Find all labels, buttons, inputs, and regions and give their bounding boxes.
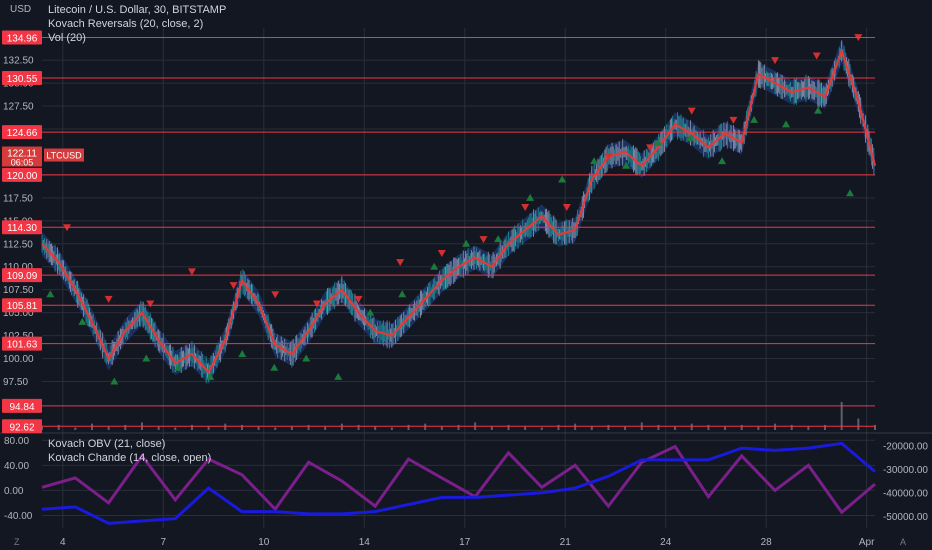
volume-bar	[874, 424, 876, 430]
volume-bar	[340, 423, 343, 430]
x-tick-label: Apr	[859, 537, 875, 548]
volume-bar	[740, 424, 743, 430]
volume-bar	[824, 424, 827, 430]
volume-bar	[74, 427, 77, 430]
level-label: 124.66	[7, 128, 38, 139]
x-tick-label: 14	[359, 537, 371, 548]
volume-bar	[507, 424, 510, 430]
level-label: 134.96	[7, 34, 38, 45]
currency-label: USD	[10, 4, 32, 15]
trading-chart[interactable]: 47101417212428Apr132.50130.00127.50125.0…	[0, 0, 932, 550]
volume-bar	[224, 423, 227, 430]
y-tick-label: 107.50	[3, 285, 34, 296]
current-price-time: 06:05	[11, 158, 34, 168]
timezone-button[interactable]: Z	[14, 537, 20, 547]
x-tick-label: 21	[560, 537, 572, 548]
level-label: 120.00	[7, 171, 38, 182]
lower-right-tick: -40000.00	[883, 488, 928, 499]
auto-scale-button[interactable]: A	[900, 537, 906, 547]
legend-kovach-reversals[interactable]: Kovach Reversals (20, close, 2)	[48, 17, 226, 31]
volume-bar	[174, 427, 177, 430]
volume-bar	[190, 424, 193, 430]
volume-bar	[707, 424, 710, 430]
volume-bar	[574, 423, 577, 430]
lower-left-tick: -40.00	[4, 511, 33, 522]
volume-bar	[124, 424, 127, 430]
volume-bar	[457, 424, 460, 430]
y-tick-label: 132.50	[3, 56, 34, 67]
y-tick-label: 117.50	[3, 193, 33, 204]
x-tick-label: 7	[161, 537, 167, 548]
y-tick-label: 112.50	[3, 239, 33, 250]
volume-bar	[540, 427, 543, 430]
y-tick-label: 97.50	[3, 377, 28, 388]
legend-volume[interactable]: Vol (20)	[48, 31, 226, 45]
volume-bar	[357, 424, 360, 430]
lower-right-tick: -50000.00	[883, 512, 928, 523]
level-label: 130.55	[7, 74, 38, 85]
volume-bar	[774, 423, 777, 430]
legend-symbol[interactable]: Litecoin / U.S. Dollar, 30, BITSTAMP	[48, 3, 226, 17]
lower-right-tick: -30000.00	[883, 465, 928, 476]
volume-bar	[90, 423, 93, 430]
volume-bar	[857, 418, 860, 430]
x-tick-label: 28	[761, 537, 773, 548]
volume-bar	[307, 424, 310, 430]
x-tick-label: 24	[660, 537, 672, 548]
volume-bar	[274, 427, 277, 430]
lower-left-tick: 0.00	[4, 486, 24, 497]
legend-kovach-obv[interactable]: Kovach OBV (21, close)	[48, 437, 211, 451]
level-label: 92.62	[9, 422, 34, 433]
level-label: 105.81	[7, 301, 38, 312]
x-tick-label: 10	[258, 537, 270, 548]
volume-bar	[690, 423, 693, 430]
level-label: 94.84	[9, 402, 34, 413]
legend-kovach-chande[interactable]: Kovach Chande (14, close, open)	[48, 451, 211, 465]
lower-left-tick: 80.00	[4, 436, 29, 447]
volume-bar	[607, 424, 610, 430]
main-legend: Litecoin / U.S. Dollar, 30, BITSTAMP Kov…	[48, 3, 226, 45]
level-label: 114.30	[7, 223, 37, 234]
volume-bar	[557, 424, 560, 430]
volume-bar	[790, 424, 793, 430]
level-label: 101.63	[7, 340, 38, 351]
lower-legend: Kovach OBV (21, close) Kovach Chande (14…	[48, 437, 211, 465]
volume-bar	[57, 424, 60, 430]
x-tick-label: 4	[60, 537, 66, 548]
x-tick-label: 17	[459, 537, 471, 548]
lower-left-tick: 40.00	[4, 461, 29, 472]
y-tick-label: 100.00	[3, 354, 34, 365]
volume-bar	[657, 424, 660, 430]
lower-right-tick: -20000.00	[883, 441, 928, 452]
level-label: 109.09	[7, 271, 38, 282]
volume-bar	[424, 423, 427, 430]
volume-bar	[240, 424, 243, 430]
y-tick-label: 127.50	[3, 102, 34, 113]
volume-bar	[390, 427, 393, 430]
volume-bar	[407, 424, 410, 430]
symbol-tag: LTCUSD	[46, 151, 82, 161]
